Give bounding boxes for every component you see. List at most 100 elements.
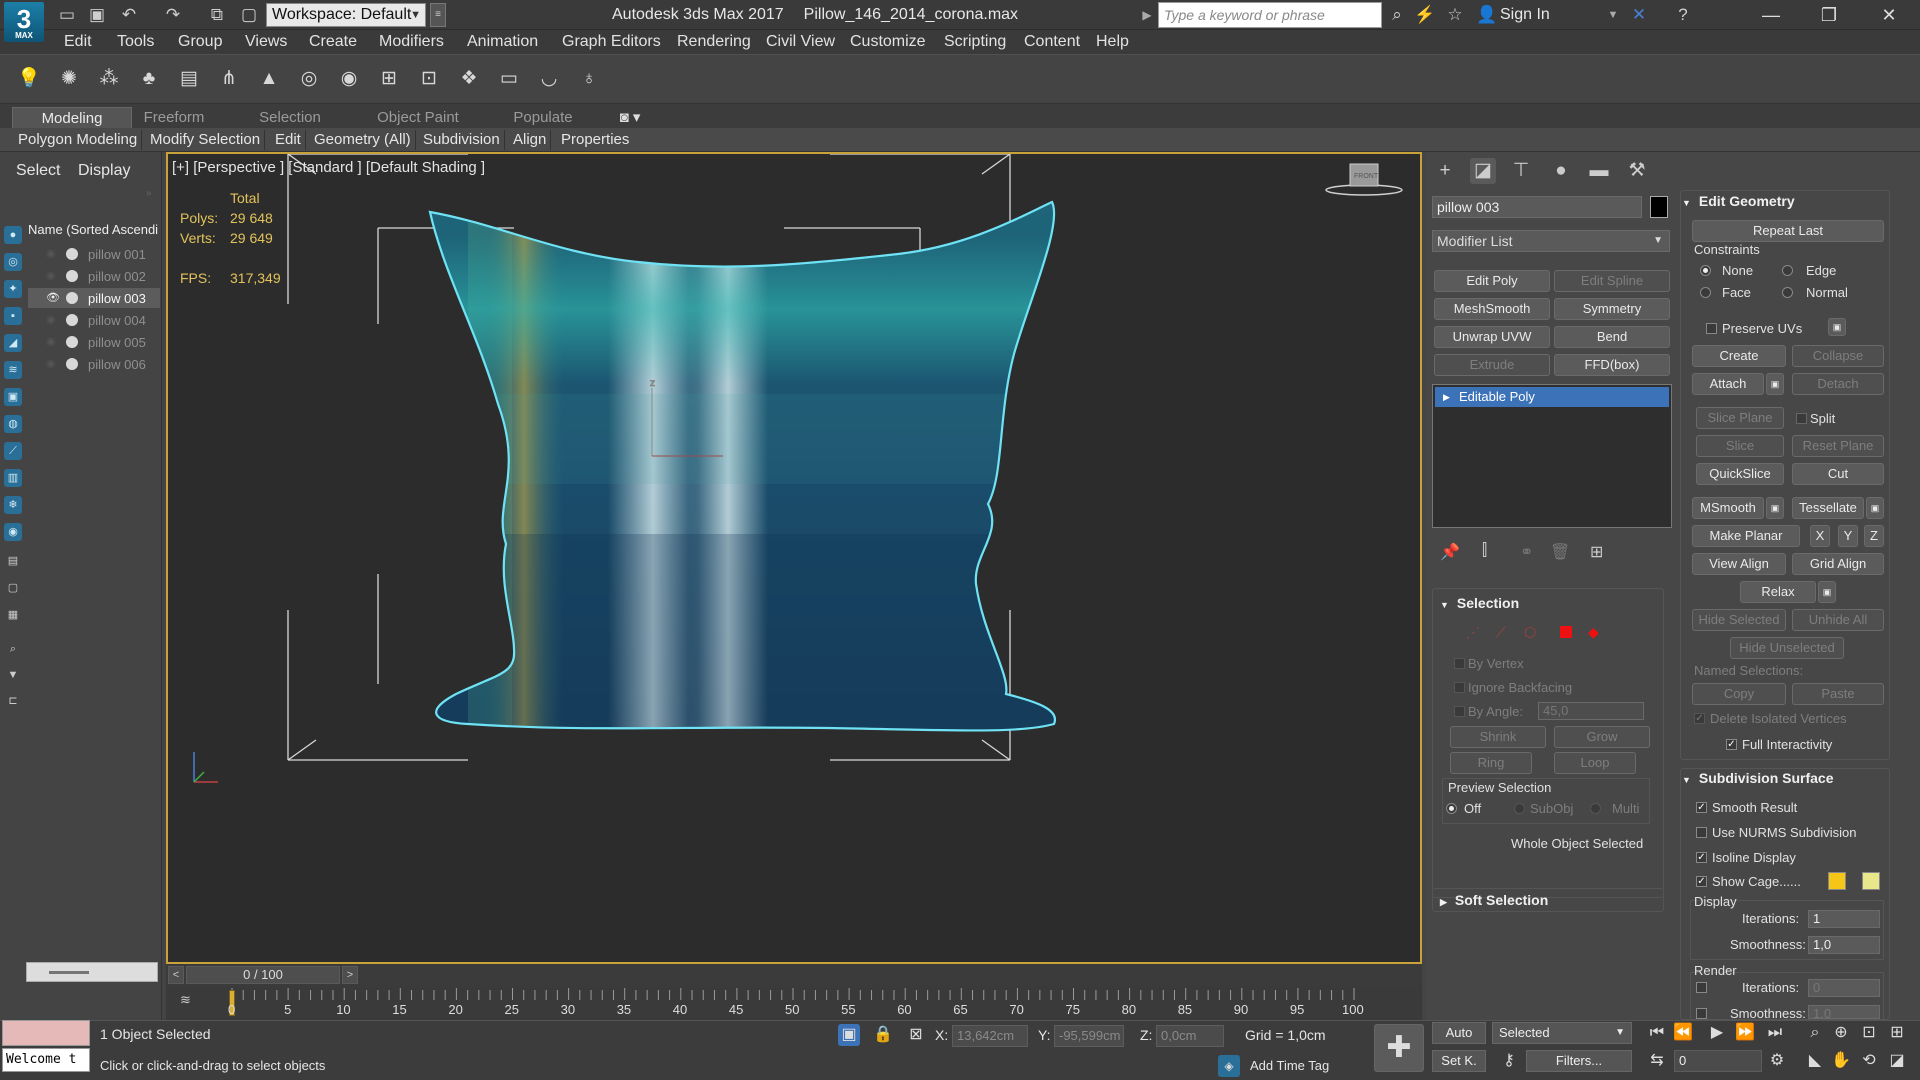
- constraint-face-radio[interactable]: [1700, 287, 1711, 298]
- redo-icon[interactable]: ↷: [162, 4, 184, 26]
- smoothness-spinner[interactable]: 1,0: [1808, 936, 1880, 954]
- keyword-search-input[interactable]: Type a keyword or phrase: [1158, 2, 1382, 28]
- tab-object-paint[interactable]: Object Paint: [366, 107, 470, 128]
- scatter-icon[interactable]: ⁂: [96, 66, 122, 92]
- ribbon-properties[interactable]: Properties: [557, 130, 633, 150]
- slice-button[interactable]: Slice: [1696, 435, 1784, 457]
- tessellate-settings-icon[interactable]: ▣: [1866, 497, 1884, 519]
- play-icon[interactable]: ▶: [1706, 1022, 1728, 1044]
- interactive-render-icon[interactable]: ⊡: [416, 66, 442, 92]
- sphere-icon[interactable]: ◎: [296, 66, 322, 92]
- filter-hidden-icon[interactable]: ◉: [4, 523, 22, 541]
- viewcube[interactable]: FRONT: [1325, 163, 1403, 196]
- quickslice-button[interactable]: QuickSlice: [1696, 463, 1784, 485]
- tab-populate[interactable]: Populate: [500, 107, 586, 128]
- perspective-viewport[interactable]: z FRONT: [166, 152, 1422, 964]
- explorer-item-pillow-002[interactable]: ◉ pillow 002: [28, 266, 160, 286]
- key-filters-icon[interactable]: ⚷: [1498, 1050, 1520, 1072]
- menu-graph-editors[interactable]: Graph Editors: [562, 30, 661, 54]
- viewport-scene[interactable]: z FRONT: [168, 154, 1422, 964]
- zoom-extents-icon[interactable]: ⊡: [1858, 1022, 1880, 1044]
- user-icon[interactable]: 👤: [1476, 4, 1498, 26]
- display-tab-icon[interactable]: ▬: [1586, 158, 1612, 184]
- modifier-stack[interactable]: ▶ Editable Poly: [1432, 384, 1672, 528]
- zoom-all-icon[interactable]: ⊕: [1830, 1022, 1852, 1044]
- shrink-button[interactable]: Shrink: [1450, 726, 1546, 748]
- hierarchy-tab-icon[interactable]: ⊤: [1508, 158, 1534, 184]
- constraint-none-radio[interactable]: [1700, 265, 1711, 276]
- ffd-box-button[interactable]: FFD(box): [1554, 354, 1670, 376]
- use-nurms-checkbox[interactable]: [1696, 827, 1707, 838]
- msmooth-settings-icon[interactable]: ▣: [1766, 497, 1784, 519]
- ribbon-options-icon[interactable]: ◙ ▾: [610, 107, 650, 128]
- filter-spacewarps-icon[interactable]: ≋: [4, 361, 22, 379]
- current-frame-field[interactable]: 0: [1674, 1050, 1762, 1072]
- filter-none-icon[interactable]: ▢: [4, 579, 22, 597]
- save-icon[interactable]: ▣: [86, 4, 108, 26]
- open-icon[interactable]: ▭: [56, 4, 78, 26]
- minimize-button[interactable]: —: [1748, 0, 1794, 30]
- find-icon[interactable]: ⌕: [4, 640, 22, 658]
- lightbulb-toggle-icon[interactable]: ♁: [576, 66, 602, 92]
- render-icon[interactable]: ◉: [336, 66, 362, 92]
- workspace-menu-icon[interactable]: ≡: [430, 3, 446, 27]
- time-next-button[interactable]: >: [342, 966, 358, 984]
- view-align-button[interactable]: View Align: [1692, 553, 1786, 575]
- expand-arrow-icon[interactable]: ▶: [1443, 387, 1450, 407]
- visibility-eye-icon[interactable]: ◉: [46, 357, 60, 371]
- explorer-item-pillow-004[interactable]: ◉ pillow 004: [28, 310, 160, 330]
- maxscript-listener[interactable]: [2, 1020, 90, 1046]
- edit-geometry-header[interactable]: ▼ Edit Geometry: [1682, 190, 1795, 212]
- repeat-last-button[interactable]: Repeat Last: [1692, 220, 1884, 242]
- filter-helpers-icon[interactable]: ◢: [4, 334, 22, 352]
- modify-tab-icon[interactable]: ◪: [1470, 158, 1496, 184]
- isolate-selection-icon[interactable]: ▣: [838, 1024, 860, 1046]
- pin-stack-icon[interactable]: 📌: [1440, 542, 1460, 562]
- close-button[interactable]: ✕: [1866, 0, 1912, 30]
- add-time-tag-button[interactable]: Add Time Tag: [1250, 1058, 1329, 1073]
- viewport-label[interactable]: [+] [Perspective ] [Standard ] [Default …: [172, 159, 485, 176]
- explorer-item-pillow-003[interactable]: 👁 pillow 003: [28, 288, 160, 308]
- explorer-column-header[interactable]: Name (Sorted Ascendi: [28, 222, 160, 240]
- visibility-eye-icon[interactable]: ◉: [46, 313, 60, 327]
- time-configuration-icon[interactable]: ⚙: [1766, 1050, 1788, 1072]
- visibility-eye-icon[interactable]: 👁: [46, 291, 60, 305]
- proxy-icon[interactable]: ❖: [456, 66, 482, 92]
- meshsmooth-button[interactable]: MeshSmooth: [1434, 298, 1550, 320]
- ignore-backfacing-checkbox[interactable]: [1454, 682, 1465, 693]
- symmetry-button[interactable]: Symmetry: [1554, 298, 1670, 320]
- next-frame-icon[interactable]: ⏩: [1734, 1022, 1756, 1044]
- modifier-list-dropdown[interactable]: Modifier List ▼: [1432, 230, 1670, 252]
- preview-subobj-radio[interactable]: [1514, 803, 1525, 814]
- visibility-eye-icon[interactable]: ◉: [46, 335, 60, 349]
- set-key-icon[interactable]: ✚: [1374, 1024, 1424, 1072]
- menu-edit[interactable]: Edit: [64, 30, 92, 54]
- menu-help[interactable]: Help: [1096, 30, 1129, 54]
- set-key-button[interactable]: Set K.: [1432, 1050, 1486, 1072]
- layer-explorer-icon[interactable]: ⊏: [4, 692, 22, 710]
- explorer-tab-display[interactable]: Display: [78, 162, 130, 180]
- filter-lights-icon[interactable]: ✦: [4, 280, 22, 298]
- pillow-mesh[interactable]: [398, 194, 1098, 754]
- msmooth-button[interactable]: MSmooth: [1692, 497, 1764, 519]
- cut-button[interactable]: Cut: [1792, 463, 1884, 485]
- previous-frame-icon[interactable]: ⏪: [1672, 1022, 1694, 1044]
- reset-plane-button[interactable]: Reset Plane: [1792, 435, 1884, 457]
- explorer-scrollbar[interactable]: [26, 962, 158, 982]
- exchange-apps-icon[interactable]: ✕: [1628, 4, 1650, 26]
- unwrap-uvw-button[interactable]: Unwrap UVW: [1434, 326, 1550, 348]
- favorites-star-icon[interactable]: ☆: [1444, 4, 1466, 26]
- menu-views[interactable]: Views: [245, 30, 287, 54]
- filter-xrefs-icon[interactable]: ◍: [4, 415, 22, 433]
- sign-in-button[interactable]: Sign In: [1500, 0, 1550, 30]
- menu-rendering[interactable]: Rendering: [677, 30, 751, 54]
- filter-geometry-icon[interactable]: ●: [4, 226, 22, 244]
- ribbon-polygon-modeling[interactable]: Polygon Modeling: [14, 130, 143, 150]
- isoline-display-checkbox[interactable]: ✓: [1696, 852, 1707, 863]
- preview-multi-radio[interactable]: [1590, 803, 1601, 814]
- slice-plane-button[interactable]: Slice Plane: [1696, 407, 1784, 429]
- fur-icon[interactable]: ⋔: [216, 66, 242, 92]
- absolute-mode-icon[interactable]: ⊠: [905, 1024, 927, 1046]
- grow-button[interactable]: Grow: [1554, 726, 1650, 748]
- extrude-button[interactable]: Extrude: [1434, 354, 1550, 376]
